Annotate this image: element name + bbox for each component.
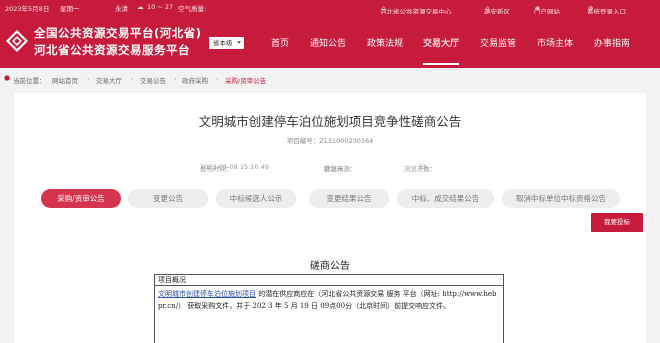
breadcrumb-separator-icon: › xyxy=(174,75,177,83)
breadcrumb-trading-notices[interactable]: 交易公告 xyxy=(140,75,166,85)
project-number: 项目编号：Z131000230164 xyxy=(286,137,374,145)
air-quality-label: 空气质量: xyxy=(178,5,207,13)
section-label: 项目概况 xyxy=(155,275,503,286)
breadcrumb-separator-icon: › xyxy=(131,75,134,83)
breadcrumb-current: 采购/资审公告 xyxy=(225,77,267,85)
breadcrumb-gov-procurement[interactable]: 政府采购 xyxy=(182,75,208,85)
nav-active-indicator xyxy=(423,63,459,65)
breadcrumb: 当前位置： 网站首页 › 交易大厅 › 交易公告 › 政府采购 › 采购/资审公… xyxy=(0,72,660,88)
weather-icon: ☁ xyxy=(137,3,144,11)
breadcrumb-separator-icon: › xyxy=(216,75,219,83)
document-heading: 磋商公告 xyxy=(310,261,350,272)
tab-change-notice[interactable]: 变更公告 xyxy=(128,189,208,208)
breadcrumb-separator-icon: › xyxy=(87,75,90,83)
temperature-text: 10 ~ 27 xyxy=(147,3,174,11)
nav-notices[interactable]: 通知公告 xyxy=(310,36,346,49)
nav-supervision[interactable]: 交易监管 xyxy=(480,36,516,49)
tab-award-result[interactable]: 中标、成交结果公告 xyxy=(397,189,494,208)
site-header: 全国公共资源交易平台(河北省) 河北省公共资源交易服务平台 省本级 首页 通知公… xyxy=(0,14,660,68)
chevron-down-icon xyxy=(237,41,241,44)
site-title-line1: 全国公共资源交易平台(河北省) xyxy=(34,26,202,40)
tab-cancel-award[interactable]: 取消中标单位中标资格公告 xyxy=(502,189,620,208)
date-text: 2023年5月8日 xyxy=(5,5,50,13)
tab-candidate-notice[interactable]: 中标候选人公示 xyxy=(216,189,296,208)
nav-market-entities[interactable]: 市场主体 xyxy=(537,36,573,49)
site-logo-icon xyxy=(6,30,28,52)
document-body: 文明城市创建停车泊位施划项目 的潜在供应商应在（河北省公共资源交易 服务 平台（… xyxy=(158,289,500,312)
breadcrumb-trading-hall[interactable]: 交易大厅 xyxy=(96,75,122,85)
bid-button[interactable]: 我要投标 xyxy=(591,213,643,232)
project-link[interactable]: 文明城市创建停车泊位施划项目 xyxy=(158,290,256,298)
weather-location-text: 永清 xyxy=(115,5,128,13)
nav-trading-hall[interactable]: 交易大厅 xyxy=(423,36,459,49)
nav-policies[interactable]: 政策法规 xyxy=(367,36,403,49)
document-table: 项目概况 文明城市创建停车泊位施划项目 的潜在供应商应在（河北省公共资源交易 服… xyxy=(154,274,504,343)
breadcrumb-home[interactable]: 网站首页 xyxy=(52,75,78,85)
breadcrumb-prefix: 当前位置： xyxy=(13,77,46,85)
tab-procurement-notice[interactable]: 采购/资审公告 xyxy=(41,189,121,208)
top-info-bar: 2023年5月8日 星期一 永清 ☁ 10 ~ 27 空气质量: ⌂ 河北省公共资… xyxy=(0,0,660,16)
site-title-line2: 河北省公共资源交易服务平台 xyxy=(34,43,190,57)
announcement-title: 文明城市创建停车泊位施划项目竞争性磋商公告 xyxy=(198,114,462,129)
nav-home[interactable]: 首页 xyxy=(271,36,289,49)
weekday-text: 星期一 xyxy=(60,5,80,13)
region-select-value: 省本级 xyxy=(213,39,233,47)
location-icon xyxy=(4,75,10,83)
announcement-card: 文明城市创建停车泊位施划项目竞争性磋商公告 项目编号：Z131000230164… xyxy=(14,93,646,343)
tab-change-result[interactable]: 变更结果公告 xyxy=(309,189,389,208)
nav-guide[interactable]: 办事指南 xyxy=(594,36,630,49)
announcement-meta: 发布时间： 2023-05-08 15:10:49 信息来源： 廊坊市 浏览次数： 2… xyxy=(200,163,437,173)
region-select[interactable]: 省本级 xyxy=(209,37,244,49)
